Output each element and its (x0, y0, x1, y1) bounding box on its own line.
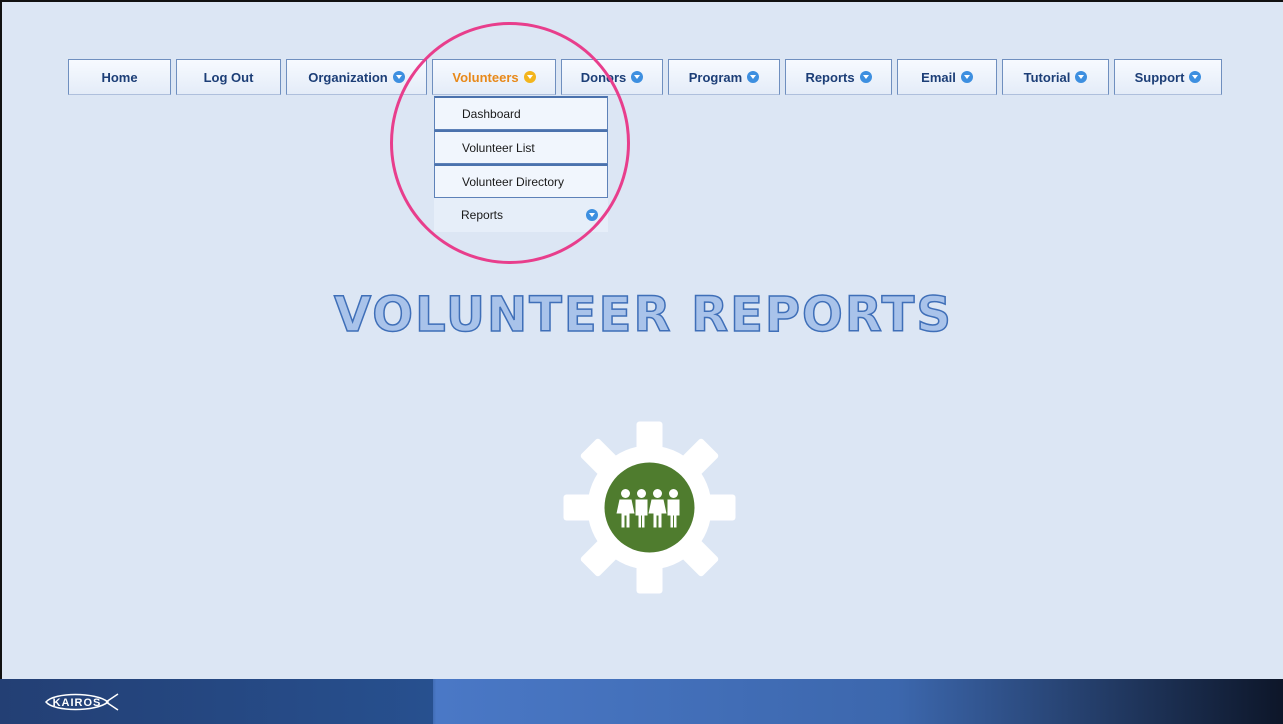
nav-email[interactable]: Email (897, 59, 997, 95)
menu-item-label: Volunteer List (462, 140, 535, 155)
menu-item-label: Reports (461, 208, 504, 222)
nav-email-label: Email (921, 69, 956, 85)
nav-volunteers[interactable]: Volunteers (432, 59, 556, 95)
nav-volunteers-label: Volunteers (452, 69, 519, 85)
chevron-down-icon (523, 71, 536, 83)
chevron-down-icon (586, 209, 598, 221)
chevron-down-icon (631, 71, 644, 83)
main-nav: Home Log Out Organization Volunteers Don… (68, 59, 1222, 95)
nav-tutorial[interactable]: Tutorial (1002, 59, 1109, 95)
chevron-down-icon (1075, 71, 1088, 83)
menu-item-label: Volunteer Directory (462, 174, 565, 189)
nav-organization-label: Organization (308, 69, 388, 85)
nav-support-label: Support (1134, 69, 1185, 85)
chevron-down-icon (960, 71, 973, 83)
nav-home-label: Home (101, 69, 138, 85)
menu-item-reports[interactable]: Reports (434, 198, 608, 232)
menu-item-dashboard[interactable]: Dashboard (434, 96, 608, 130)
footer-bar: KAIROS (0, 679, 1283, 724)
nav-home[interactable]: Home (68, 59, 171, 95)
menu-item-label: Dashboard (462, 106, 521, 121)
nav-reports[interactable]: Reports (785, 59, 892, 95)
nav-logout-label: Log Out (203, 69, 254, 85)
page-title: VOLUNTEER REPORTS (333, 286, 953, 344)
menu-item-volunteer-list[interactable]: Volunteer List (434, 130, 608, 164)
kairos-logo: KAIROS (42, 689, 122, 720)
gear-icon (562, 420, 737, 595)
nav-donors-label: Donors (580, 69, 627, 85)
slide-background: Home Log Out Organization Volunteers Don… (0, 0, 1283, 724)
nav-support[interactable]: Support (1114, 59, 1222, 95)
svg-text:KAIROS: KAIROS (53, 697, 102, 709)
menu-item-volunteer-directory[interactable]: Volunteer Directory (434, 164, 608, 198)
nav-tutorial-label: Tutorial (1023, 69, 1071, 85)
nav-program-label: Program (688, 69, 743, 85)
nav-reports-label: Reports (805, 69, 855, 85)
nav-program[interactable]: Program (668, 59, 780, 95)
chevron-down-icon (392, 71, 405, 83)
chevron-down-icon (859, 71, 872, 83)
nav-donors[interactable]: Donors (561, 59, 663, 95)
nav-organization[interactable]: Organization (286, 59, 427, 95)
nav-logout[interactable]: Log Out (176, 59, 281, 95)
chevron-down-icon (747, 71, 760, 83)
chevron-down-icon (1189, 71, 1202, 83)
volunteers-dropdown-menu: Dashboard Volunteer List Volunteer Direc… (434, 96, 608, 232)
